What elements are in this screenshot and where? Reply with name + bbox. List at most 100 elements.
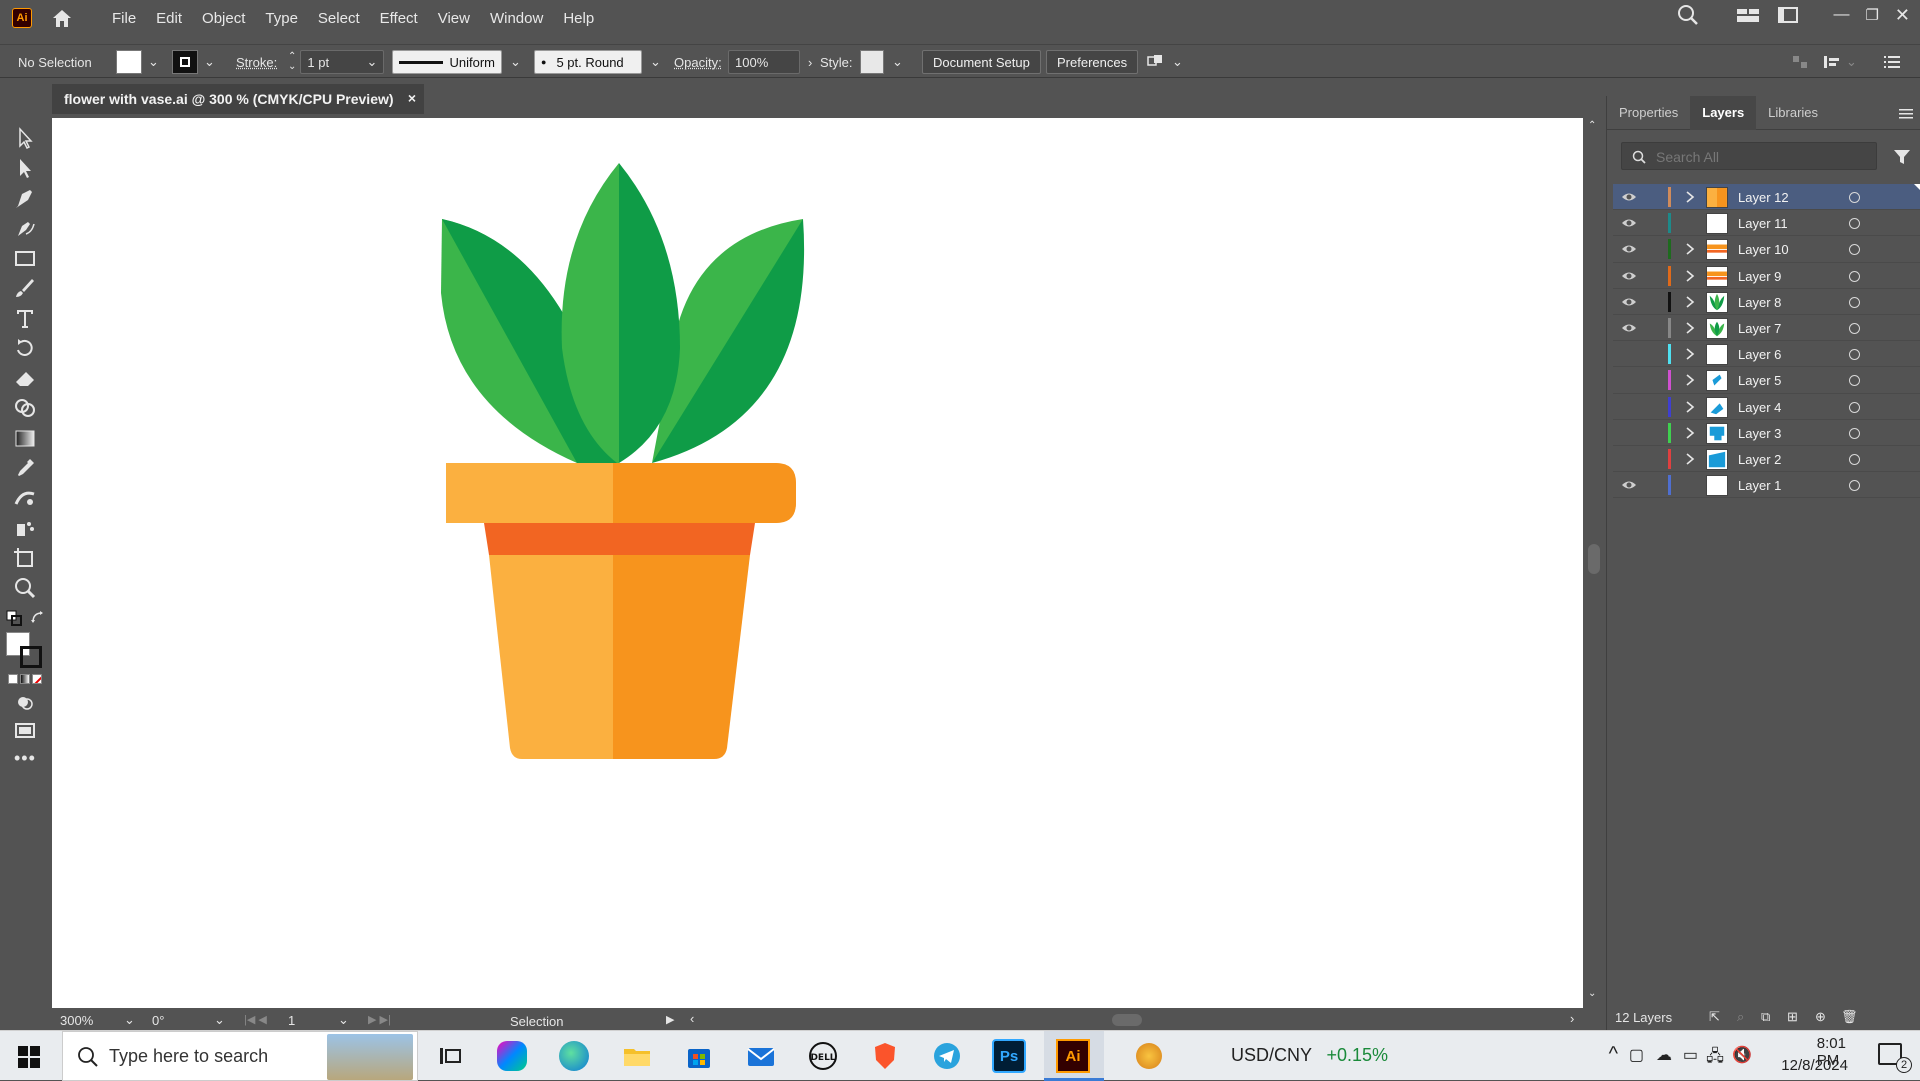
make-clipping-mask-icon[interactable]: ⧉ — [1761, 1009, 1770, 1025]
expand-chevron-icon[interactable] — [1685, 427, 1695, 439]
tab-libraries[interactable]: Libraries — [1756, 96, 1830, 130]
workspace-switcher-icon[interactable] — [1777, 6, 1799, 24]
layer-target-icon[interactable] — [1849, 296, 1860, 308]
arrange-icon[interactable]: ⌄ — [1146, 50, 1183, 74]
chevron-down-icon[interactable]: ⌄ — [650, 54, 661, 70]
task-view-icon[interactable] — [434, 1040, 466, 1072]
search-icon[interactable] — [1677, 4, 1699, 26]
panel-menu-icon[interactable] — [1884, 50, 1900, 74]
arrange-documents-icon[interactable] — [1735, 6, 1761, 24]
expand-chevron-icon[interactable] — [1685, 348, 1695, 360]
visibility-eye-icon[interactable] — [1621, 216, 1637, 230]
zoom-field[interactable]: 300% — [60, 1013, 93, 1028]
layer-row[interactable]: Layer 5 — [1613, 367, 1920, 394]
visibility-toggle[interactable] — [1621, 400, 1637, 414]
layer-row[interactable]: Layer 7 — [1613, 315, 1920, 342]
battery-icon[interactable]: ▭ — [1683, 1045, 1698, 1065]
clock-date[interactable]: 12/8/2024 — [1781, 1057, 1848, 1074]
layer-target-icon[interactable] — [1849, 244, 1860, 256]
layer-name[interactable]: Layer 3 — [1738, 426, 1781, 441]
visibility-toggle[interactable] — [1621, 347, 1637, 361]
layer-target-icon[interactable] — [1849, 427, 1860, 439]
volume-muted-icon[interactable]: 🔇 — [1732, 1045, 1752, 1065]
curvature-tool-icon[interactable] — [12, 216, 38, 240]
stroke-swatch[interactable]: ⌄ — [172, 50, 215, 74]
chevron-down-icon[interactable]: ⌄ — [214, 1012, 225, 1028]
stroke-weight-field[interactable]: ⌃ ⌄ 1 pt ⌄ — [288, 50, 385, 74]
gradient-tool-icon[interactable] — [12, 426, 38, 450]
chevron-right-icon[interactable]: › — [808, 55, 812, 70]
fill-swatch[interactable]: ⌄ — [116, 50, 159, 74]
blend-tool-icon[interactable] — [12, 486, 38, 510]
variable-width-profile[interactable]: Uniform ⌄ — [392, 50, 521, 74]
layer-name[interactable]: Layer 10 — [1738, 242, 1789, 257]
pen-tool-icon[interactable] — [12, 186, 38, 210]
telegram-icon[interactable] — [931, 1040, 963, 1072]
scroll-thumb[interactable] — [1588, 544, 1600, 574]
rotation-field[interactable]: 0° — [152, 1013, 164, 1028]
stroke-label[interactable]: Stroke: — [236, 50, 277, 74]
default-fill-stroke-icon[interactable] — [6, 610, 24, 626]
more-tools-icon[interactable]: ••• — [14, 748, 36, 769]
scroll-right-icon[interactable]: › — [1570, 1011, 1574, 1026]
expand-chevron-icon[interactable] — [1685, 374, 1695, 386]
new-sublayer-icon[interactable]: ⊞ — [1787, 1009, 1798, 1025]
export-icon[interactable]: ⇱ — [1709, 1009, 1720, 1025]
locate-object-icon[interactable]: ⌕ — [1737, 1009, 1744, 1025]
layer-name[interactable]: Layer 12 — [1738, 190, 1789, 205]
zoom-tool-icon[interactable] — [12, 576, 38, 600]
currency-pair[interactable]: USD/CNY — [1231, 1045, 1312, 1066]
menu-object[interactable]: Object — [202, 10, 245, 27]
menu-window[interactable]: Window — [490, 10, 543, 27]
edge-browser-icon[interactable] — [559, 1041, 589, 1071]
layer-row[interactable]: Layer 8 — [1613, 289, 1920, 315]
selection-tool-icon[interactable] — [12, 126, 38, 150]
menu-effect[interactable]: Effect — [380, 10, 418, 27]
stepper-icon[interactable]: ⌃ ⌄ — [288, 52, 296, 72]
layer-target-icon[interactable] — [1849, 480, 1860, 492]
visibility-toggle[interactable] — [1621, 452, 1637, 466]
menu-view[interactable]: View — [438, 10, 470, 27]
chevron-down-icon[interactable]: ⌄ — [148, 54, 159, 70]
expand-chevron-icon[interactable] — [1685, 296, 1695, 308]
mail-icon[interactable] — [745, 1040, 777, 1072]
network-icon[interactable]: 🖧 — [1706, 1045, 1724, 1072]
tab-layers[interactable]: Layers — [1690, 95, 1757, 130]
pot-body-right[interactable] — [613, 555, 750, 759]
panel-menu-icon[interactable] — [1899, 108, 1913, 120]
stroke-color-swatch[interactable] — [20, 646, 42, 668]
layer-name[interactable]: Layer 4 — [1738, 400, 1781, 415]
color-mode-icon[interactable] — [8, 674, 18, 684]
onedrive-icon[interactable]: ☁ — [1656, 1045, 1672, 1065]
paintbrush-tool-icon[interactable] — [12, 276, 38, 300]
layer-row[interactable]: Layer 11 — [1613, 210, 1920, 237]
drawing-modes-icon[interactable] — [12, 690, 38, 714]
artboard[interactable] — [52, 118, 1583, 1008]
expand-chevron-icon[interactable] — [1685, 322, 1695, 334]
expand-chevron-icon[interactable] — [1685, 400, 1695, 413]
new-layer-icon[interactable]: ⊕ — [1815, 1009, 1826, 1025]
status-menu-icon[interactable]: ▶ — [666, 1013, 674, 1026]
visibility-eye-icon[interactable] — [1621, 242, 1637, 256]
rectangle-tool-icon[interactable] — [12, 246, 38, 270]
restore-icon[interactable]: ❐ — [1865, 6, 1878, 24]
menu-edit[interactable]: Edit — [156, 10, 182, 27]
layer-row[interactable]: Layer 3 — [1613, 420, 1920, 446]
screen-mode-icon[interactable] — [12, 718, 38, 742]
gradient-mode-icon[interactable] — [20, 674, 30, 684]
expand-chevron-icon[interactable] — [1685, 243, 1695, 255]
menu-help[interactable]: Help — [563, 10, 594, 27]
currency-widget-icon[interactable] — [1136, 1043, 1162, 1069]
visibility-eye-icon[interactable] — [1621, 269, 1637, 283]
pot-band-left[interactable] — [484, 523, 613, 555]
layer-name[interactable]: Layer 8 — [1738, 295, 1781, 310]
layer-target-icon[interactable] — [1849, 270, 1860, 282]
expand-chevron-icon[interactable] — [1685, 269, 1695, 282]
layer-target-icon[interactable] — [1849, 375, 1860, 387]
scroll-up-icon[interactable]: ⌃ — [1588, 120, 1596, 131]
opacity-value[interactable]: 100% — [728, 50, 800, 74]
chevron-down-icon[interactable]: ⌄ — [892, 54, 903, 70]
horizontal-scroll-thumb[interactable] — [1112, 1014, 1142, 1026]
layers-search[interactable] — [1621, 142, 1877, 170]
next-artboard-icon[interactable]: ▶ ▶| — [368, 1013, 391, 1026]
